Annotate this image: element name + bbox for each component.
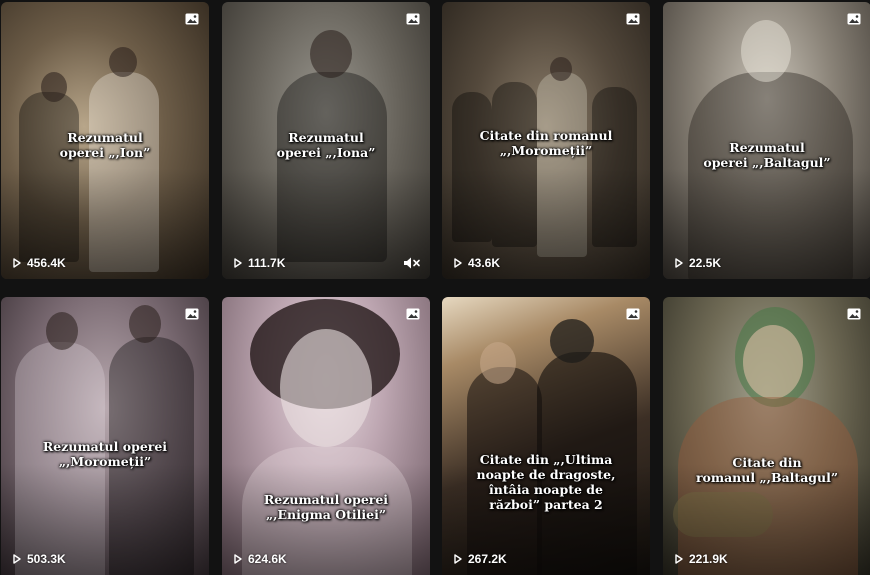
play-icon	[13, 554, 21, 564]
view-count: 456.4K	[13, 256, 66, 270]
thumbnail	[1, 297, 209, 575]
play-icon	[675, 554, 683, 564]
image-icon	[847, 13, 861, 25]
image-icon	[185, 13, 199, 25]
play-icon	[675, 258, 683, 268]
image-icon	[406, 308, 420, 320]
video-card[interactable]: Rezumatul operei „,Enigma Otiliei” 624.6…	[222, 297, 430, 575]
video-card[interactable]: Rezumatul operei „,Iona” 111.7K	[222, 2, 430, 279]
play-icon	[454, 554, 462, 564]
thumbnail	[222, 297, 430, 575]
video-caption: Rezumatul operei „,Moromeții”	[42, 439, 168, 469]
video-caption: Citate din romanul „,Moromeții”	[479, 128, 613, 158]
video-grid: Rezumatul operei „,Ion” 456.4K Rezumatul…	[0, 0, 870, 575]
video-card[interactable]: Citate din „,Ultima noapte de dragoste, …	[442, 297, 650, 575]
play-icon	[234, 258, 242, 268]
thumbnail	[663, 297, 870, 575]
image-icon	[185, 308, 199, 320]
video-card[interactable]: Citate din romanul „,Baltagul” 221.9K	[663, 297, 870, 575]
view-count: 221.9K	[675, 552, 728, 566]
image-icon	[626, 308, 640, 320]
play-icon	[13, 258, 21, 268]
play-icon	[234, 554, 242, 564]
image-icon	[406, 13, 420, 25]
video-caption: Rezumatul operei „,Baltagul”	[703, 140, 831, 170]
video-caption: Rezumatul operei „,Ion”	[59, 130, 151, 160]
video-caption: Rezumatul operei „,Enigma Otiliei”	[263, 492, 389, 522]
image-icon	[626, 13, 640, 25]
video-card[interactable]: Citate din romanul „,Moromeții” 43.6K	[442, 2, 650, 279]
play-icon	[454, 258, 462, 268]
view-count: 111.7K	[234, 256, 285, 270]
video-card[interactable]: Rezumatul operei „,Ion” 456.4K	[1, 2, 209, 279]
speaker-muted-icon[interactable]	[403, 256, 421, 270]
view-count: 43.6K	[454, 256, 500, 270]
video-caption: Rezumatul operei „,Iona”	[276, 130, 376, 160]
view-count: 503.3K	[13, 552, 66, 566]
image-icon	[847, 308, 861, 320]
view-count: 624.6K	[234, 552, 287, 566]
video-card[interactable]: Rezumatul operei „,Moromeții” 503.3K	[1, 297, 209, 575]
view-count: 22.5K	[675, 256, 721, 270]
video-card[interactable]: Rezumatul operei „,Baltagul” 22.5K	[663, 2, 870, 279]
video-caption: Citate din „,Ultima noapte de dragoste, …	[476, 452, 616, 512]
thumbnail	[442, 297, 650, 575]
view-count: 267.2K	[454, 552, 507, 566]
video-caption: Citate din romanul „,Baltagul”	[695, 455, 839, 485]
